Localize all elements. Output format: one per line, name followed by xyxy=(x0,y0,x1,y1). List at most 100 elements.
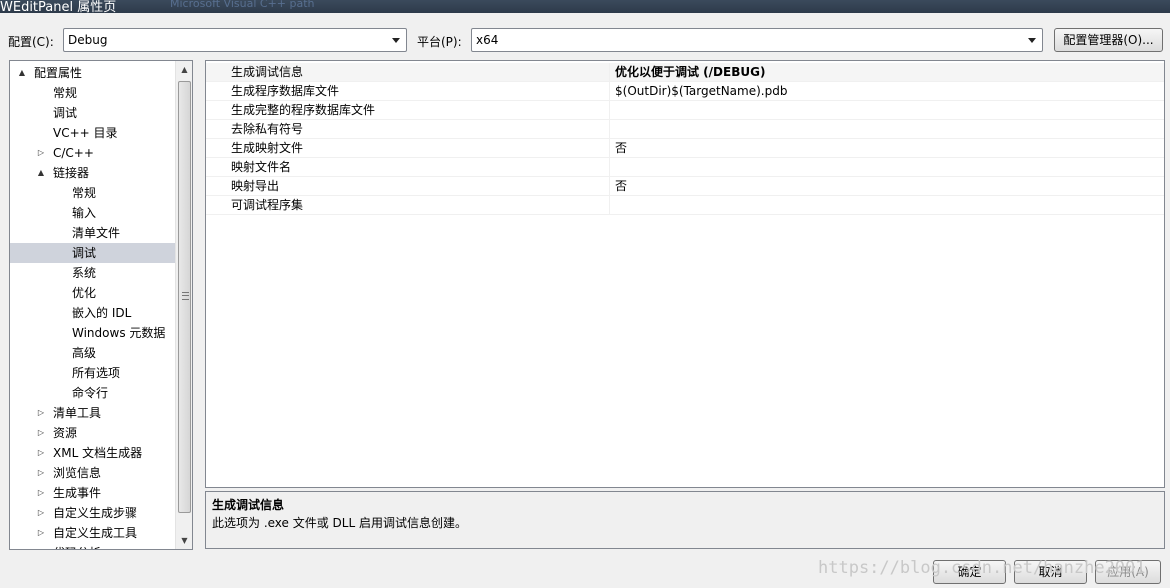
config-dropdown-value: Debug xyxy=(68,33,108,47)
property-row[interactable]: 生成映射文件否 xyxy=(206,139,1164,158)
description-title: 生成调试信息 xyxy=(212,498,285,512)
property-name: 生成映射文件 xyxy=(231,139,610,158)
expand-icon[interactable]: ▷ xyxy=(36,503,46,523)
tree-item[interactable]: ▷ 清单工具 xyxy=(10,403,175,423)
background-tab-text: Microsoft Visual C++ path xyxy=(170,0,315,10)
property-name: 生成调试信息 xyxy=(231,63,610,82)
tree-item[interactable]: ▷ 浏览信息 xyxy=(10,463,175,483)
tree-item-label: 嵌入的 IDL xyxy=(72,306,132,320)
tree-item[interactable]: ▲ 配置属性 xyxy=(10,63,175,83)
tree-item-label: VC++ 目录 xyxy=(53,126,118,140)
tree-item-label: 资源 xyxy=(53,426,78,440)
property-name: 生成完整的程序数据库文件 xyxy=(231,101,610,120)
expand-icon[interactable]: ▷ xyxy=(36,483,46,503)
property-name: 生成程序数据库文件 xyxy=(231,82,610,101)
property-row[interactable]: 生成程序数据库文件 $(OutDir)$(TargetName).pdb xyxy=(206,82,1164,101)
tree-item-label: 调试 xyxy=(53,106,78,120)
expand-icon[interactable]: ▷ xyxy=(36,463,46,483)
tree-scrollbar[interactable]: ▲ ▼ xyxy=(175,61,192,549)
tree-item[interactable]: 嵌入的 IDL xyxy=(10,303,175,323)
tree-item-label: 调试 xyxy=(72,246,97,260)
property-tree: ▲ 配置属性 常规 调试 VC++ 目录 ▷ C/C++ ▲ 链接器 常规 输入 清单文件 调试 系统 优化… xyxy=(9,60,193,550)
description-panel: 生成调试信息 此选项为 .exe 文件或 DLL 启用调试信息创建。 xyxy=(205,491,1165,549)
property-row[interactable]: 可调试程序集 xyxy=(206,196,1164,215)
property-name: 去除私有符号 xyxy=(231,120,610,139)
tree-item[interactable]: Windows 元数据 xyxy=(10,323,175,343)
grip-icon xyxy=(182,292,189,300)
expand-icon[interactable]: ▷ xyxy=(36,543,46,549)
tree-item[interactable]: 输入 xyxy=(10,203,175,223)
property-value[interactable]: 否 xyxy=(615,177,627,196)
tree-item-label: 常规 xyxy=(53,86,78,100)
tree-item[interactable]: VC++ 目录 xyxy=(10,123,175,143)
tree-item-label: C/C++ xyxy=(53,146,94,160)
config-manager-button[interactable]: 配置管理器(O)... xyxy=(1054,28,1163,52)
platform-dropdown-value: x64 xyxy=(476,33,499,47)
tree-item-label: XML 文档生成器 xyxy=(53,446,143,460)
tree-item-label: 所有选项 xyxy=(72,366,121,380)
expand-icon[interactable]: ▷ xyxy=(36,143,46,163)
collapse-icon[interactable]: ▲ xyxy=(36,163,46,183)
tree-item[interactable]: 清单文件 xyxy=(10,223,175,243)
title-bar: WEditPanel 属性页 Microsoft Visual C++ path xyxy=(0,0,1170,13)
window-title: WEditPanel 属性页 xyxy=(0,0,117,13)
property-row[interactable]: 生成完整的程序数据库文件 xyxy=(206,101,1164,120)
tree-item[interactable]: 调试 xyxy=(10,103,175,123)
tree-item-label: 代码分析 xyxy=(53,543,101,549)
tree-item[interactable]: ▷ XML 文档生成器 xyxy=(10,443,175,463)
tree-item[interactable]: 调试 xyxy=(10,243,175,263)
scroll-down-icon[interactable]: ▼ xyxy=(176,532,192,549)
tree-item[interactable]: 优化 xyxy=(10,283,175,303)
tree-item[interactable]: ▷ 生成事件 xyxy=(10,483,175,503)
tree-item[interactable]: 命令行 xyxy=(10,383,175,403)
platform-dropdown[interactable]: x64 xyxy=(471,28,1043,52)
tree-item-label: 清单文件 xyxy=(72,226,121,240)
chevron-down-icon xyxy=(1028,38,1036,43)
scroll-thumb[interactable] xyxy=(178,81,191,513)
tree-item-label: Windows 元数据 xyxy=(72,326,166,340)
tree-item-label: 优化 xyxy=(72,286,97,300)
config-label: 配置(C): xyxy=(8,35,54,49)
expand-icon[interactable]: ▷ xyxy=(36,523,46,543)
tree-item-label: 自定义生成工具 xyxy=(53,526,138,540)
property-row[interactable]: 映射文件名 xyxy=(206,158,1164,177)
property-value[interactable]: 否 xyxy=(615,139,627,158)
tree-item-label: 输入 xyxy=(72,206,97,220)
tree-item-label: 浏览信息 xyxy=(53,466,102,480)
collapse-icon[interactable]: ▲ xyxy=(17,63,27,83)
tree-item[interactable]: ▷ 资源 xyxy=(10,423,175,443)
property-value[interactable]: $(OutDir)$(TargetName).pdb xyxy=(615,82,787,101)
tree-item[interactable]: 常规 xyxy=(10,83,175,103)
scroll-up-icon[interactable]: ▲ xyxy=(176,61,192,78)
platform-label: 平台(P): xyxy=(417,35,462,49)
tree-item[interactable]: ▲ 链接器 xyxy=(10,163,175,183)
tree-item[interactable]: 所有选项 xyxy=(10,363,175,383)
tree-item-label: 常规 xyxy=(72,186,97,200)
expand-icon[interactable]: ▷ xyxy=(36,423,46,443)
property-name: 可调试程序集 xyxy=(231,196,610,215)
tree-item-label: 链接器 xyxy=(53,166,90,180)
property-row[interactable]: 生成调试信息 优化以便于调试 (/DEBUG) xyxy=(206,63,1164,82)
tree-item[interactable]: ▷ 自定义生成步骤 xyxy=(10,503,175,523)
tree-item-label: 系统 xyxy=(72,266,97,280)
tree-item-label: 命令行 xyxy=(72,386,109,400)
watermark: https://blog.csdn.net/hanzhe2001 xyxy=(818,558,1146,578)
tree-item-label: 自定义生成步骤 xyxy=(53,506,138,520)
description-text: 此选项为 .exe 文件或 DLL 启用调试信息创建。 xyxy=(212,516,467,530)
property-grid: 生成调试信息 优化以便于调试 (/DEBUG) 生成程序数据库文件 $(OutDir)… xyxy=(205,60,1165,488)
tree-item[interactable]: 系统 xyxy=(10,263,175,283)
tree-item[interactable]: 高级 xyxy=(10,343,175,363)
property-value[interactable]: 优化以便于调试 (/DEBUG) xyxy=(615,63,765,82)
tree-item[interactable]: 常规 xyxy=(10,183,175,203)
expand-icon[interactable]: ▷ xyxy=(36,403,46,423)
tree-item-label: 配置属性 xyxy=(34,66,83,80)
property-row[interactable]: 映射导出否 xyxy=(206,177,1164,196)
tree-item[interactable]: ▷ 自定义生成工具 xyxy=(10,523,175,543)
tree-item[interactable]: ▷ 代码分析 xyxy=(10,543,175,549)
tree-item[interactable]: ▷ C/C++ xyxy=(10,143,175,163)
property-row[interactable]: 去除私有符号 xyxy=(206,120,1164,139)
config-dropdown[interactable]: Debug xyxy=(63,28,407,52)
property-name: 映射导出 xyxy=(231,177,610,196)
property-name: 映射文件名 xyxy=(231,158,610,177)
expand-icon[interactable]: ▷ xyxy=(36,443,46,463)
